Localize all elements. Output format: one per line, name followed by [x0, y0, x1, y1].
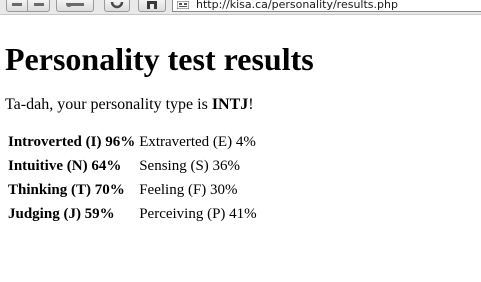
secondary-trait: Perceiving (P) 41%: [139, 206, 257, 222]
result-row: Introverted (I) 96% Extraverted (E) 4%: [7, 131, 258, 153]
secondary-trait: Extraverted (E) 4%: [139, 134, 256, 150]
forward-button[interactable]: [28, 0, 50, 12]
back-button[interactable]: [6, 0, 28, 12]
intro-suffix: !: [248, 96, 254, 113]
result-row: Judging (J) 59% Perceiving (P) 41%: [7, 203, 258, 225]
intro-prefix: Ta-dah, your personality type is: [5, 96, 212, 113]
intro-text: Ta-dah, your personality type is INTJ!: [5, 95, 475, 115]
primary-trait: Introverted (I) 96%: [8, 134, 136, 150]
reload-button[interactable]: [104, 0, 130, 12]
primary-trait: Judging (J) 59%: [8, 206, 115, 222]
result-row: Thinking (T) 70% Feeling (F) 30%: [7, 179, 258, 201]
forward-icon: [33, 3, 44, 6]
primary-trait: Thinking (T) 70%: [8, 182, 125, 198]
secondary-trait: Feeling (F) 30%: [139, 182, 238, 198]
back-icon: [12, 3, 22, 6]
address-bar[interactable]: http://kisa.ca/personality/results.php: [172, 0, 481, 12]
primary-trait: Intuitive (N) 64%: [8, 158, 122, 174]
result-row: Intuitive (N) 64% Sensing (S) 36%: [7, 155, 258, 177]
reload-icon: [110, 2, 124, 9]
key-icon: [66, 3, 84, 7]
results-table: Introverted (I) 96% Extraverted (E) 4% I…: [5, 129, 260, 227]
home-icon: [147, 1, 157, 9]
home-button[interactable]: [138, 0, 166, 12]
url-text: http://kisa.ca/personality/results.php: [196, 0, 398, 11]
page-title: Personality test results: [5, 41, 314, 77]
secondary-trait: Sensing (S) 36%: [139, 158, 241, 174]
personality-type: INTJ: [211, 96, 249, 113]
page-content: Personality test results Ta-dah, your pe…: [5, 38, 475, 227]
browser-toolbar: http://kisa.ca/personality/results.php: [0, 0, 481, 15]
site-icon: [177, 1, 189, 9]
key-button[interactable]: [56, 0, 94, 12]
